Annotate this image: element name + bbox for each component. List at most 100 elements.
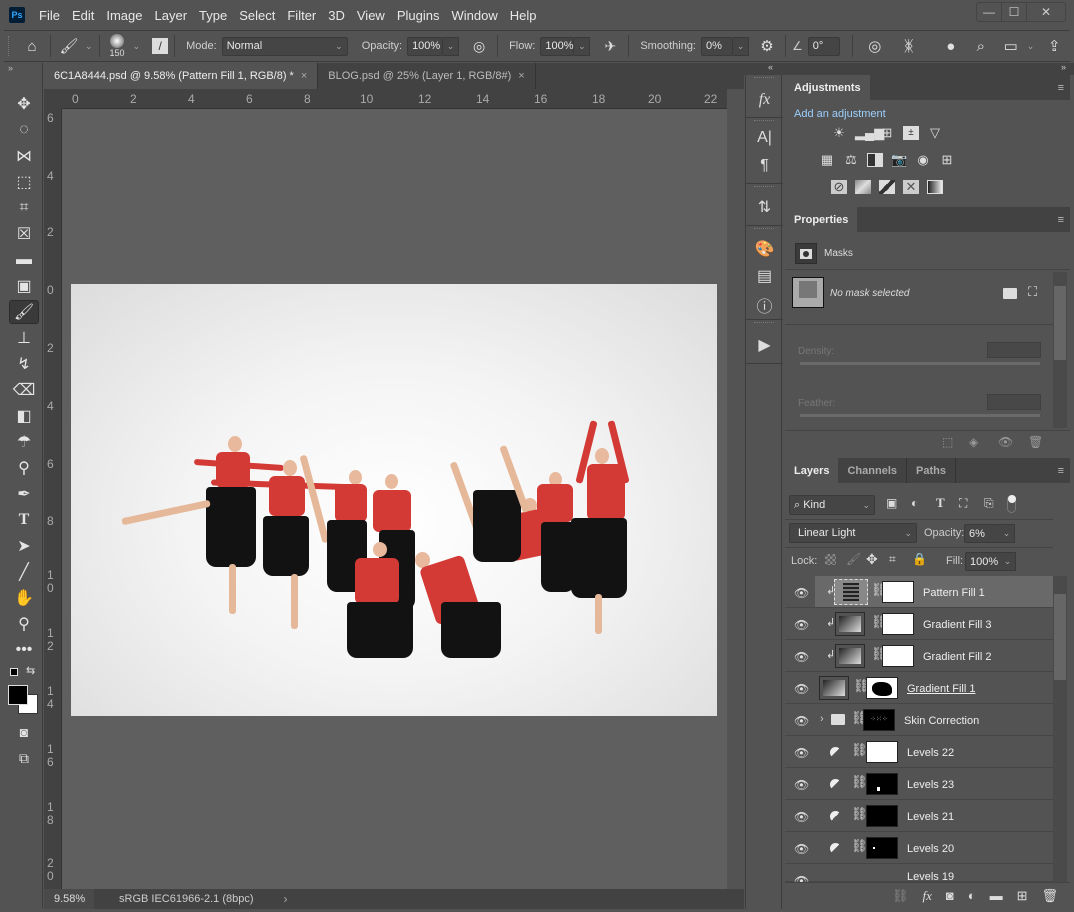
blur-tool-icon[interactable]: ☂ — [9, 430, 39, 454]
visibility-eye-icon[interactable]: 👁 — [794, 842, 809, 856]
user-add-icon[interactable]: ● — [939, 38, 963, 55]
expand-group-chevron-icon[interactable]: › — [820, 713, 824, 725]
visibility-eye-icon[interactable]: 👁 — [794, 682, 809, 696]
tab-properties[interactable]: Properties — [785, 207, 858, 232]
swap-colors-icon[interactable]: ⇆ — [26, 664, 35, 677]
photo-filter-icon[interactable]: 📷 — [891, 153, 907, 167]
selective-color-icon[interactable]: ✕ — [903, 180, 919, 194]
close-tab-icon[interactable]: × — [518, 70, 524, 82]
color-lookup-icon[interactable]: ⊞ — [939, 153, 955, 167]
share-icon[interactable]: ⇪ — [1042, 37, 1066, 55]
visibility-eye-icon[interactable]: 👁 — [794, 746, 809, 760]
panel-menu-icon[interactable]: ≡ — [1058, 82, 1064, 94]
exposure-icon[interactable]: ± — [903, 126, 919, 140]
gradient-thumbnail[interactable] — [835, 644, 865, 668]
ruler-origin[interactable] — [44, 89, 62, 109]
layer-style-fx-icon[interactable]: fx — [922, 888, 931, 904]
filter-pixel-icon[interactable]: ▣ — [886, 496, 897, 510]
density-slider[interactable] — [800, 362, 1040, 365]
apply-mask-icon[interactable]: ◈ — [969, 435, 978, 449]
expand-panels-icon[interactable]: » — [1061, 62, 1066, 72]
gradient-tool-icon[interactable]: ◧ — [9, 404, 39, 428]
levels-icon[interactable]: ▂▄▆ — [855, 126, 884, 140]
maximize-button[interactable]: ☐ — [1002, 3, 1027, 21]
quick-mask-icon[interactable]: ◙ — [9, 720, 39, 744]
brush-preset-icon[interactable]: 🖌 — [57, 37, 81, 55]
layer-name[interactable]: Gradient Fill 1 — [907, 683, 975, 695]
line-tool-icon[interactable]: ╱ — [9, 560, 39, 584]
opacity-input[interactable]: 100% — [407, 36, 444, 56]
options-grip[interactable] — [8, 36, 14, 56]
feather-slider[interactable] — [800, 414, 1040, 417]
flow-input[interactable]: 100% — [540, 36, 575, 56]
chevron-down-icon[interactable]: ⌄ — [85, 41, 93, 52]
menu-image[interactable]: Image — [100, 8, 148, 23]
layer-mask-thumbnail[interactable]: ⁘⁙⁘ — [863, 709, 895, 731]
eraser-tool-icon[interactable]: ⌫ — [9, 378, 39, 402]
gradient-map-icon[interactable] — [927, 180, 943, 194]
delete-mask-icon[interactable]: 🗑 — [1028, 435, 1043, 449]
path-selection-tool-icon[interactable]: ➤ — [9, 534, 39, 558]
foreground-color-swatch[interactable] — [8, 685, 28, 705]
brush-size-picker[interactable]: 150 — [110, 34, 125, 58]
collapse-dock-icon[interactable]: « — [768, 62, 773, 72]
tab-6c1a8444[interactable]: 6C1A8444.psd @ 9.58% (Pattern Fill 1, RG… — [44, 63, 319, 89]
filter-smart-object-icon[interactable]: ⎘ — [984, 496, 994, 511]
vertical-ruler[interactable]: 6 4 2 0 2 4 6 8 10 12 14 16 18 20 — [44, 109, 62, 889]
mode-select[interactable]: Normal ⌄ — [221, 36, 348, 56]
layer-name[interactable]: Gradient Fill 3 — [923, 619, 991, 631]
layer-name[interactable]: Skin Correction — [904, 715, 979, 727]
panel-menu-icon[interactable]: ≡ — [1058, 465, 1064, 477]
type-tool-icon[interactable]: T — [9, 508, 39, 532]
black-white-icon[interactable] — [867, 153, 883, 167]
smoothing-input[interactable]: 0% — [701, 36, 733, 56]
document-image-dancers[interactable] — [71, 284, 717, 716]
filter-toggle[interactable] — [1007, 495, 1016, 513]
visibility-eye-icon[interactable]: 👁 — [794, 714, 809, 728]
posterize-icon[interactable] — [855, 180, 871, 194]
brush-settings-icon[interactable]: / — [152, 38, 169, 54]
layer-mask-thumbnail[interactable] — [866, 741, 898, 763]
visibility-eye-icon[interactable]: 👁 — [794, 586, 809, 600]
density-input[interactable] — [987, 342, 1041, 358]
close-tab-icon[interactable]: × — [301, 70, 307, 82]
panel-menu-icon[interactable]: ≡ — [1058, 214, 1064, 226]
blend-mode-select[interactable]: Linear Light ⌄ — [789, 523, 917, 543]
load-selection-icon[interactable]: ⬚ — [942, 435, 953, 449]
lock-position-icon[interactable]: ✥ — [866, 551, 878, 568]
history-icon[interactable]: ⇅ — [746, 197, 783, 217]
visibility-eye-icon[interactable]: 👁 — [794, 874, 809, 882]
edit-toolbar-icon[interactable]: ••• — [9, 638, 39, 662]
visibility-eye-icon[interactable]: 👁 — [794, 650, 809, 664]
zoom-tool-icon[interactable]: ⚲ — [9, 612, 39, 636]
new-adjustment-layer-icon[interactable]: ◐ — [968, 888, 976, 903]
menu-type[interactable]: Type — [193, 8, 233, 23]
dock-grip[interactable] — [754, 228, 774, 231]
layer-name[interactable]: Levels 20 — [907, 843, 954, 855]
filter-adjustment-icon[interactable]: ◐ — [911, 496, 918, 510]
minimize-button[interactable]: — — [977, 3, 1002, 21]
layer-name[interactable]: Levels 22 — [907, 747, 954, 759]
filter-shape-icon[interactable]: ⛶ — [959, 496, 967, 511]
properties-scrollbar[interactable] — [1053, 272, 1067, 428]
menu-layer[interactable]: Layer — [149, 8, 194, 23]
tab-blog[interactable]: BLOG.psd @ 25% (Layer 1, RGB/8#) × — [318, 63, 536, 89]
crop-tool-icon[interactable]: ⌗ — [9, 196, 39, 220]
layer-mask-thumbnail[interactable] — [866, 677, 898, 699]
menu-plugins[interactable]: Plugins — [391, 8, 446, 23]
character-icon[interactable]: A| — [746, 129, 783, 147]
curves-icon[interactable]: ⊞ — [879, 126, 895, 140]
smoothing-dropdown[interactable]: ⌄ — [733, 36, 749, 56]
dock-grip[interactable] — [754, 77, 774, 80]
close-button[interactable]: ✕ — [1027, 3, 1065, 21]
visibility-eye-icon[interactable]: 👁 — [794, 618, 809, 632]
hue-saturation-icon[interactable]: ▦ — [819, 153, 835, 167]
gradients-icon[interactable]: ▤ — [746, 266, 783, 286]
workspace-icon[interactable]: ▭ — [999, 37, 1023, 55]
symmetry-butterfly-icon[interactable]: ᛤ — [897, 38, 921, 55]
layer-mask-thumbnail[interactable] — [882, 645, 914, 667]
layer-mask-thumbnail[interactable] — [882, 581, 914, 603]
info-icon[interactable]: ⓘ — [746, 293, 783, 317]
actions-play-icon[interactable]: ▶ — [746, 335, 783, 355]
delete-layer-trash-icon[interactable]: 🗑 — [1041, 888, 1058, 904]
